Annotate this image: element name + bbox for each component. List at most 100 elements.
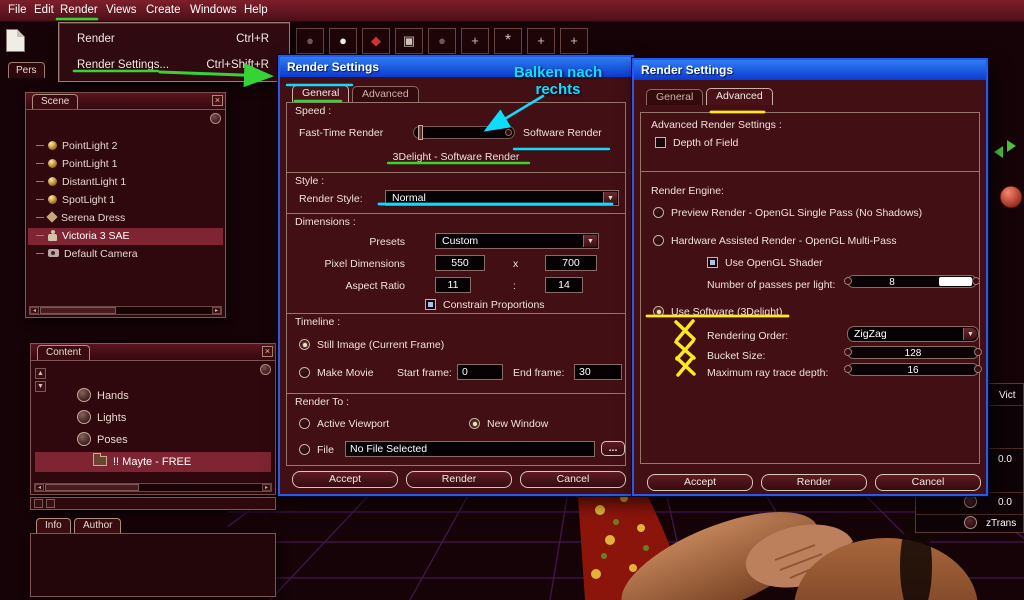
content-item-hands[interactable]: Hands <box>35 386 271 406</box>
content-item-mayte[interactable]: !! Mayte - FREE <box>35 452 271 472</box>
toolbar-render-view-icon[interactable]: ▣ <box>395 28 423 54</box>
scroll-right-icon[interactable]: ▸ <box>262 484 271 491</box>
menu-item-render-settings[interactable]: Render Settings... Ctrl+Shift+R <box>61 52 287 78</box>
scene-item-spotlight1[interactable]: SpotLight 1 <box>28 192 223 209</box>
content-item-lights[interactable]: Lights <box>35 408 271 428</box>
make-movie-radio[interactable] <box>299 367 310 378</box>
scroll-thumb[interactable] <box>40 307 117 314</box>
chevron-down-icon[interactable]: ▼ <box>603 192 617 204</box>
slider-handle[interactable] <box>418 125 423 140</box>
passes-per-light-slider[interactable]: 8 <box>844 275 980 288</box>
hardware-render-radio[interactable] <box>653 235 664 246</box>
ztrans-dial-icon[interactable] <box>964 516 977 529</box>
toolbar-material-diamond-icon[interactable]: ◆ <box>362 28 390 54</box>
depth-of-field-checkbox[interactable] <box>655 137 666 148</box>
opengl-shader-checkbox[interactable] <box>707 257 718 268</box>
menu-views[interactable]: Views <box>102 0 140 22</box>
tab-general[interactable]: General <box>292 85 350 102</box>
file-radio[interactable] <box>299 444 310 455</box>
file-path-field[interactable] <box>345 441 595 457</box>
toolbar-add-panel-icon[interactable]: + <box>461 28 489 54</box>
menu-help[interactable]: Help <box>240 0 272 22</box>
chevron-down-icon[interactable]: ▼ <box>963 328 977 340</box>
close-icon[interactable]: × <box>212 95 223 106</box>
nav-up-icon[interactable]: ▲ <box>35 368 46 379</box>
footer-button-icon[interactable] <box>34 499 43 508</box>
presets-dropdown[interactable]: Custom ▼ <box>435 233 599 249</box>
accept-button[interactable]: Accept <box>292 471 398 488</box>
bucket-size-slider[interactable]: 128 <box>844 346 982 359</box>
tab-author[interactable]: Author <box>74 518 122 533</box>
parameter-value[interactable]: 0.0 <box>998 497 1012 508</box>
render-style-dropdown[interactable]: Normal ▼ <box>385 190 619 206</box>
toolbar-sparkle-wand2-icon[interactable]: + <box>560 28 588 54</box>
constrain-proportions-checkbox[interactable] <box>425 299 436 310</box>
toolbar-shadow-ball-icon[interactable]: ● <box>428 28 456 54</box>
style-group-label: Style : <box>295 175 325 187</box>
menu-edit[interactable]: Edit <box>30 0 58 22</box>
menu-item-render[interactable]: Render Ctrl+R <box>61 26 287 52</box>
slider-fill[interactable] <box>939 277 972 286</box>
new-document-icon[interactable] <box>6 29 25 52</box>
accept-button[interactable]: Accept <box>647 474 753 491</box>
browse-button[interactable]: ... <box>601 441 625 456</box>
lights-icon <box>77 410 91 425</box>
menu-render[interactable]: Render <box>56 0 102 22</box>
scene-item-default-camera[interactable]: Default Camera <box>28 246 223 263</box>
scene-item-distantlight1[interactable]: DistantLight 1 <box>28 174 223 191</box>
passes-per-light-label: Number of passes per light: <box>707 279 836 291</box>
parameter-value[interactable]: 0.0 <box>998 454 1012 465</box>
scroll-thumb[interactable] <box>45 484 140 491</box>
preview-render-radio[interactable] <box>653 207 664 218</box>
start-frame-field[interactable] <box>457 364 503 380</box>
scroll-left-icon[interactable]: ◂ <box>35 484 44 491</box>
menu-file[interactable]: File <box>4 0 31 22</box>
parameter-dial-icon[interactable] <box>964 495 977 508</box>
render-button[interactable]: Render <box>406 471 512 488</box>
content-item-poses[interactable]: Poses <box>35 430 271 450</box>
aspect-width-field[interactable] <box>435 277 471 293</box>
cancel-button[interactable]: Cancel <box>875 474 981 491</box>
active-viewport-radio[interactable] <box>299 418 310 429</box>
scene-tab[interactable]: Scene <box>32 94 79 109</box>
render-speed-slider[interactable] <box>413 125 515 140</box>
scene-item-serena-dress[interactable]: Serena Dress <box>28 210 223 227</box>
toolbar-texture-ball-icon[interactable]: ● <box>329 28 357 54</box>
content-tab[interactable]: Content <box>37 345 91 360</box>
content-hscrollbar[interactable]: ◂ ▸ <box>34 483 272 492</box>
still-image-radio[interactable] <box>299 339 310 350</box>
tab-advanced[interactable]: Advanced <box>352 86 419 102</box>
end-frame-field[interactable] <box>574 364 622 380</box>
toolbar-render-sphere-icon[interactable]: ● <box>296 28 324 54</box>
times-separator: x <box>513 258 519 270</box>
rendering-order-dropdown[interactable]: ZigZag ▼ <box>847 326 979 342</box>
tab-general[interactable]: General <box>646 89 704 105</box>
camera-tab[interactable]: Pers <box>8 62 45 78</box>
use-software-radio[interactable] <box>653 306 664 317</box>
chevron-down-icon[interactable]: ▼ <box>583 235 597 247</box>
aspect-height-field[interactable] <box>545 277 583 293</box>
toolbar-sparkle-wand-icon[interactable]: + <box>527 28 555 54</box>
footer-button2-icon[interactable] <box>46 499 55 508</box>
close-icon[interactable]: × <box>262 346 273 357</box>
tab-advanced[interactable]: Advanced <box>706 88 773 105</box>
menu-windows[interactable]: Windows <box>186 0 241 22</box>
pixel-width-field[interactable] <box>435 255 485 271</box>
toolbar-starburst-icon[interactable]: * <box>494 28 522 54</box>
menu-create[interactable]: Create <box>142 0 185 22</box>
palette-handle-icon[interactable] <box>260 364 271 375</box>
scene-item-pointlight2[interactable]: PointLight 2 <box>28 138 223 155</box>
render-button[interactable]: Render <box>761 474 867 491</box>
cancel-button[interactable]: Cancel <box>520 471 626 488</box>
scene-hscrollbar[interactable]: ◂ ▸ <box>29 306 222 315</box>
palette-handle-icon[interactable] <box>210 113 221 124</box>
new-window-radio[interactable] <box>469 418 480 429</box>
scroll-left-icon[interactable]: ◂ <box>30 307 39 314</box>
scroll-right-icon[interactable]: ▸ <box>212 307 221 314</box>
pixel-height-field[interactable] <box>545 255 597 271</box>
dialog-title[interactable]: Render Settings <box>634 60 986 80</box>
ray-trace-depth-slider[interactable]: 16 <box>844 363 982 376</box>
scene-item-victoria3[interactable]: Victoria 3 SAE <box>28 228 223 245</box>
tab-info[interactable]: Info <box>36 518 71 533</box>
scene-item-pointlight1[interactable]: PointLight 1 <box>28 156 223 173</box>
